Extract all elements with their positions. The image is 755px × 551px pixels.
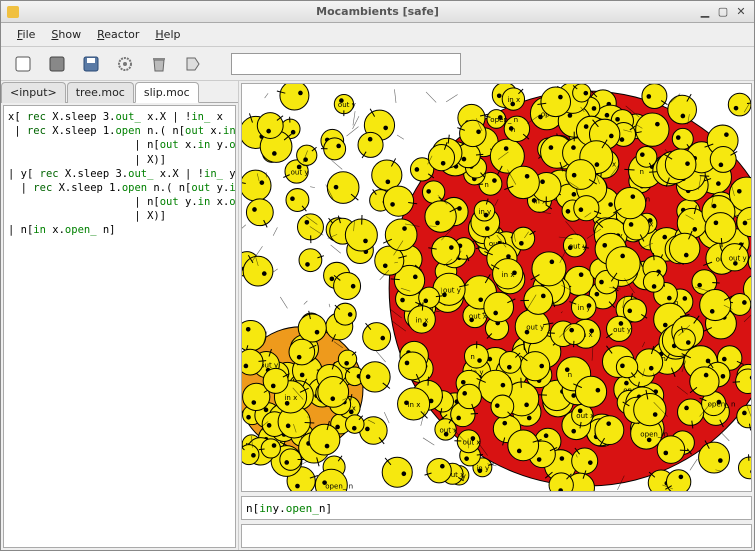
close-icon[interactable]: ✕ [734, 5, 748, 19]
titlebar-appicon [7, 6, 19, 18]
svg-text:open_ n: open_ n [325, 481, 353, 490]
svg-text:out y: out y [526, 323, 544, 332]
visualization-canvas[interactable]: open_ nnout xout yopen_ nout xout yout y… [241, 83, 752, 492]
tab-input[interactable]: <input> [1, 82, 66, 103]
tab-slip[interactable]: slip.moc [135, 82, 199, 103]
menu-help[interactable]: Help [147, 25, 188, 44]
open-button[interactable] [45, 52, 69, 76]
menu-reactor[interactable]: Reactor [89, 25, 147, 44]
maximize-icon[interactable]: ▢ [716, 5, 730, 19]
svg-text:out y: out y [338, 100, 356, 109]
right-panel: open_ nnout xout yopen_ nout xout yout y… [239, 81, 754, 550]
svg-text:in x: in x [284, 393, 297, 402]
svg-text:in x: in x [507, 95, 520, 104]
window-title: Mocambients [safe] [316, 5, 439, 18]
svg-text:n: n [511, 125, 515, 134]
svg-text:n: n [470, 352, 474, 361]
svg-text:out x: out x [576, 411, 594, 420]
app-window: Mocambients [safe] ▁ ▢ ✕ File Show React… [0, 0, 755, 551]
tab-tree[interactable]: tree.moc [67, 82, 134, 103]
titlebar: Mocambients [safe] ▁ ▢ ✕ [1, 1, 754, 23]
svg-text:open_ n: open_ n [708, 400, 736, 409]
tag-button[interactable] [181, 52, 205, 76]
svg-text:out y: out y [291, 168, 309, 177]
svg-text:open_ n: open_ n [490, 115, 518, 124]
minimize-icon[interactable]: ▁ [698, 5, 712, 19]
svg-text:in y: in y [578, 303, 591, 312]
svg-text:in y: in y [478, 207, 491, 216]
menu-show[interactable]: Show [43, 25, 89, 44]
svg-text:out x: out x [440, 425, 458, 434]
trash-button[interactable] [147, 52, 171, 76]
svg-text:in x: in x [408, 400, 421, 409]
svg-text:in x: in x [416, 315, 429, 324]
status-readout: n[in y.open_ n] [241, 496, 752, 520]
svg-text:in x: in x [502, 270, 515, 279]
new-button[interactable] [11, 52, 35, 76]
main-body: <input> tree.moc slip.moc x[ rec X.sleep… [1, 81, 754, 550]
svg-text:n: n [568, 370, 572, 379]
svg-text:out y: out y [569, 242, 587, 251]
settings-button[interactable] [113, 52, 137, 76]
left-panel: <input> tree.moc slip.moc x[ rec X.sleep… [1, 81, 239, 550]
svg-text:n: n [484, 180, 488, 189]
svg-text:out y: out y [613, 325, 631, 334]
output-area [241, 524, 752, 548]
svg-text:out x: out x [469, 312, 487, 321]
toolbar [1, 47, 754, 81]
tabstrip: <input> tree.moc slip.moc [1, 81, 238, 103]
save-button[interactable] [79, 52, 103, 76]
menubar: File Show Reactor Help [1, 23, 754, 47]
svg-text:out y: out y [729, 253, 747, 262]
svg-text:in y: in y [476, 463, 489, 472]
menu-file[interactable]: File [9, 25, 43, 44]
toolbar-input[interactable] [231, 53, 461, 75]
svg-text:n: n [640, 167, 644, 176]
code-editor[interactable]: x[ rec X.sleep 3.out_ x.X | !in_ x | rec… [3, 105, 236, 548]
svg-text:out y: out y [443, 285, 461, 294]
svg-text:open_ n: open_ n [640, 429, 668, 438]
